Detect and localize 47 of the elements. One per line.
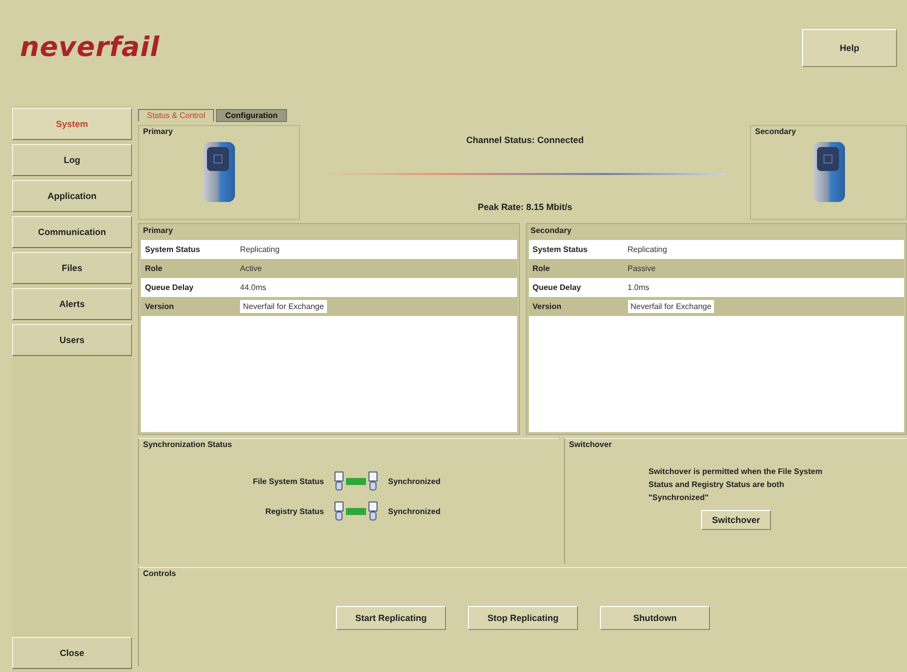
logo: neverfail bbox=[20, 32, 160, 63]
nav-button[interactable]: Communication bbox=[12, 216, 132, 248]
field-label: System Status bbox=[532, 245, 589, 254]
nav-button[interactable]: Files bbox=[12, 252, 132, 284]
status-label: Registry Status bbox=[264, 506, 324, 516]
panel-title: Controls bbox=[143, 569, 176, 578]
panel-title: Secondary bbox=[755, 127, 796, 136]
nav-button[interactable]: System bbox=[12, 108, 132, 140]
field-value: Replicating bbox=[240, 245, 280, 254]
field-value: Passive bbox=[628, 264, 656, 273]
field-label: Queue Delay bbox=[532, 283, 582, 292]
panel-title: Secondary bbox=[530, 225, 572, 237]
help-button[interactable]: Help bbox=[802, 28, 897, 66]
nav-button[interactable]: Users bbox=[12, 324, 132, 356]
field-value: Active bbox=[240, 264, 262, 273]
field-value: 1.0ms bbox=[628, 283, 650, 292]
switchover-button[interactable]: Switchover bbox=[700, 510, 771, 530]
status-value: Synchronized bbox=[388, 476, 440, 486]
control-button[interactable]: Stop Replicating bbox=[468, 606, 578, 630]
control-button[interactable]: Start Replicating bbox=[336, 606, 446, 630]
field-label: Version bbox=[532, 302, 562, 311]
status-value: Synchronized bbox=[388, 506, 440, 516]
nav-button[interactable]: Alerts bbox=[12, 288, 132, 320]
field-value: Replicating bbox=[628, 245, 668, 254]
version-field: Neverfail for Exchange bbox=[240, 300, 327, 313]
nav-button[interactable]: Application bbox=[12, 180, 132, 212]
field-label: Version bbox=[145, 302, 175, 311]
panel-title: Switchover bbox=[569, 440, 612, 449]
field-label: System Status bbox=[145, 245, 202, 254]
control-button[interactable]: Shutdown bbox=[600, 606, 710, 630]
field-label: Role bbox=[532, 264, 551, 273]
panel-title: Primary bbox=[142, 225, 174, 237]
field-value: 44.0ms bbox=[240, 283, 266, 292]
server-icon bbox=[202, 141, 236, 203]
close-button[interactable]: Close bbox=[12, 637, 132, 669]
version-field: Neverfail for Exchange bbox=[628, 300, 714, 313]
field-label: Queue Delay bbox=[145, 283, 194, 292]
field-label: Role bbox=[145, 264, 164, 273]
switchover-message: Switchover is permitted when the File System Status and Registry Status are both "Synchronized" bbox=[648, 466, 824, 504]
server-icon bbox=[812, 141, 846, 203]
peak-rate: Peak Rate: 8.15 Mbit/s bbox=[478, 202, 572, 212]
tab[interactable]: Configuration bbox=[216, 109, 287, 122]
channel-status: Channel Status: Connected bbox=[466, 135, 584, 145]
panel-title: Primary bbox=[143, 127, 173, 136]
panel-title: Synchronization Status bbox=[143, 440, 232, 449]
nav-button[interactable]: Log bbox=[12, 144, 132, 176]
status-label: File System Status bbox=[252, 476, 324, 486]
